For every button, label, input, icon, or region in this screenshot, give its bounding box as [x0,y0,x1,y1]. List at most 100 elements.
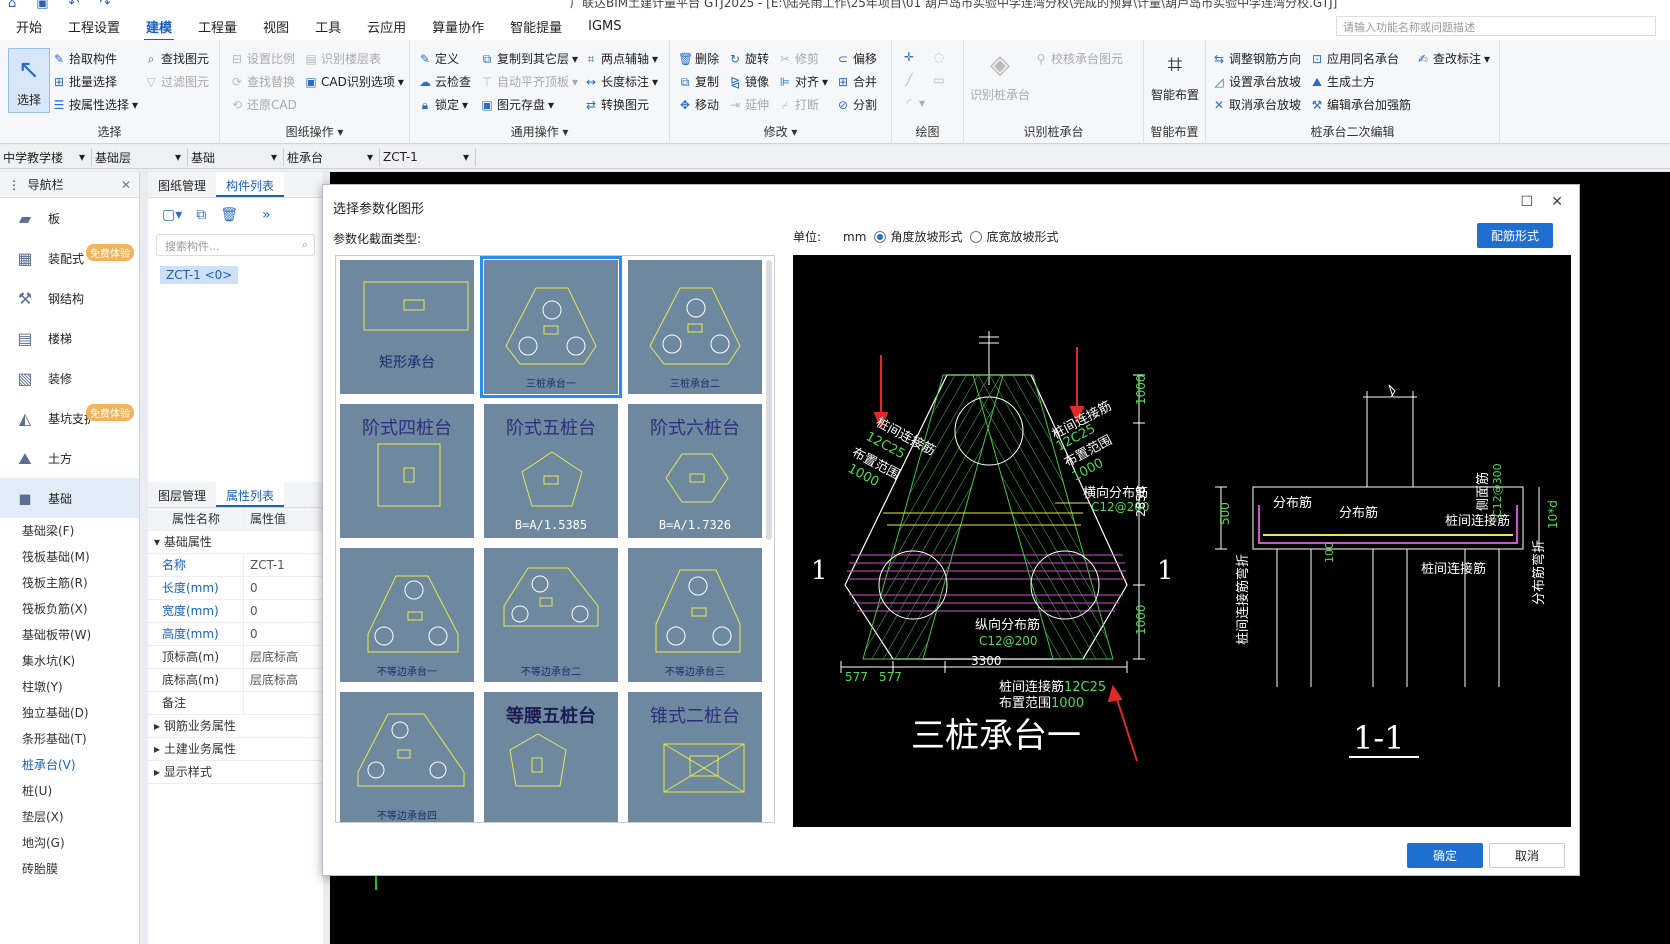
shape-thumb-0[interactable]: 矩形承台 [340,260,474,394]
close-icon[interactable]: ✕ [121,178,131,192]
line-draw-button[interactable]: ╱ [902,73,916,87]
offset-button[interactable]: ⊂ 偏移 [836,50,877,67]
edit-reinforce-button[interactable]: ⚒︎ 编辑承台加强筋 [1310,96,1411,113]
merge-button[interactable]: ⊞ 合并 [836,73,877,90]
set-slope-button[interactable]: ◿ 设置承台放坡 [1212,73,1301,90]
shape-thumb-2[interactable]: 三桩承台二 [628,260,762,394]
radio-width-slope[interactable]: 底宽放坡形式 [970,228,1058,245]
nav-subitem-6[interactable]: 柱墩(Y) [0,674,139,700]
lock-button[interactable]: 🔒︎ 锁定 ▾ [418,96,468,113]
trash-icon[interactable]: 🗑︎ [220,207,238,223]
cancel-slope-button[interactable]: ✕ 取消承台放坡 [1212,96,1301,113]
shape-thumb-6[interactable]: 不等边承台一 [340,548,474,682]
extend-button[interactable]: ⇥ 延伸 [728,96,769,113]
menu-igms[interactable]: IGMS [586,14,623,39]
floor-select[interactable]: 基础层 ▾ [92,148,188,166]
prop-row[interactable]: 长度(mm) 0 [148,577,323,600]
check-cap-button[interactable]: ⚲ 校核承台图元 [1034,50,1123,67]
nav-item-3[interactable]: ▤ 楼梯 [0,318,139,358]
identify-floor-table-button[interactable]: ▤ 识别楼层表 [304,50,381,67]
shape-thumb-10[interactable]: 等腰五桩台 [484,692,618,822]
restore-cad-button[interactable]: ⟲ 还原CAD [230,96,297,113]
nav-item-4[interactable]: ▧ 装修 [0,358,139,398]
shape-thumb-11[interactable]: 锥式二桩台 [628,692,762,822]
rotate-button[interactable]: ↻ 旋转 [728,50,769,67]
nav-item-7[interactable]: ◼ 基础 [0,478,139,518]
set-scale-button[interactable]: ⊟ 设置比例 [230,50,295,67]
category-select[interactable]: 基础 ▾ [188,148,284,166]
prop-group[interactable]: ▾ 基础属性 [148,531,323,554]
smart-layout-button[interactable]: ⌗ 智能布置 [1144,48,1206,103]
menu-smart-extract[interactable]: 智能提量 [508,12,564,41]
nav-subitem-10[interactable]: 桩(U) [0,778,139,804]
prop-row[interactable]: 底标高(m) 层底标高 [148,669,323,692]
redo-icon[interactable]: ↷ [99,0,110,11]
align-button[interactable]: ⊫ 对齐 ▾ [778,73,828,90]
nav-subitem-2[interactable]: 筏板主筋(R) [0,570,139,596]
app-icon[interactable]: ⌂ [8,0,16,11]
tab-layer-mgmt[interactable]: 图层管理 [148,482,216,507]
menu-collab[interactable]: 算量协作 [430,12,486,41]
shape-thumb-7[interactable]: 不等边承台二 [484,548,618,682]
trim-button[interactable]: ✂ 修剪 [778,50,819,67]
save-icon[interactable]: ▣ [36,0,48,11]
pick-component-button[interactable]: ✎ 拾取构件 [52,50,117,67]
cancel-button[interactable]: 取消 [1489,843,1565,868]
prop-group-collapsed[interactable]: ▸ 钢筋业务属性 [148,715,323,738]
prop-row[interactable]: 高度(mm) 0 [148,623,323,646]
point-draw-button[interactable]: ✛ [902,50,916,64]
menu-tools[interactable]: 工具 [313,12,343,41]
copy-button[interactable]: ⧉ 复制 [678,73,719,90]
gen-earth-button[interactable]: ⛰︎ 生成土方 [1310,73,1375,90]
identify-pile-cap-button[interactable]: ◈ 识别桩承台 [970,48,1030,103]
menu-project-settings[interactable]: 工程设置 [66,12,122,41]
close-icon[interactable]: ✕ [1551,194,1563,210]
break-button[interactable]: ⌿ 打断 [778,96,819,113]
menu-view[interactable]: 视图 [261,12,291,41]
modify-label[interactable]: 修改 ▾ [670,123,891,140]
shape-thumb-9[interactable]: 不等边承台四 [340,692,474,822]
rect-draw-button[interactable]: ▭ [932,73,946,87]
tab-component-list[interactable]: 构件列表 [216,172,285,197]
save-element-button[interactable]: ▣ 图元存盘 ▾ [480,96,554,113]
select-button[interactable]: ↖ 选择 [8,48,50,113]
ok-button[interactable]: 确定 [1407,843,1483,868]
prop-group-collapsed[interactable]: ▸ 土建业务属性 [148,738,323,761]
menu-modeling[interactable]: 建模 [144,12,175,41]
mirror-button[interactable]: ⧎ 镜像 [728,73,769,90]
maximize-icon[interactable]: ☐ [1520,194,1533,210]
nav-item-2[interactable]: ⚒ 钢结构 [0,278,139,318]
nav-subitem-1[interactable]: 筏板基础(M) [0,544,139,570]
element-select[interactable]: ZCT-1 ▾ [380,148,476,166]
prop-row[interactable]: 名称 ZCT-1 [148,554,323,577]
adjust-rebar-dir-button[interactable]: ⇆ 调整钢筋方向 [1212,50,1301,67]
nav-item-6[interactable]: ⛰ 土方 [0,438,139,478]
nav-subitem-13[interactable]: 砖胎膜 [0,856,139,882]
circle-draw-button[interactable]: ◌ [932,50,946,64]
tab-prop-list[interactable]: 属性列表 [216,482,285,507]
prop-row[interactable]: 宽度(mm) 0 [148,600,323,623]
two-point-axis-button[interactable]: ⌗ 两点辅轴 ▾ [584,50,658,67]
general-ops-label[interactable]: 通用操作 ▾ [410,123,669,140]
arc-draw-button[interactable]: ◜ ▾ [902,96,925,110]
prop-row[interactable]: 顶标高(m) 层底标高 [148,646,323,669]
menu-quantity[interactable]: 工程量 [196,12,239,41]
building-select[interactable]: 中学教学楼 ▾ [0,148,92,166]
find-element-button[interactable]: ⌕ 查找图元 [144,50,209,67]
prop-row[interactable]: 备注 [148,692,323,715]
cloud-check-button[interactable]: ☁ 云检查 [418,73,471,90]
cad-options-button[interactable]: ▣ CAD识别选项 ▾ [304,73,404,90]
drawing-ops-label[interactable]: 图纸操作 ▾ [220,123,409,140]
define-button[interactable]: ✎ 定义 [418,50,459,67]
nav-item-0[interactable]: ▰ 板 [0,198,139,238]
copy-to-floor-button[interactable]: ⧉ 复制到其它层 ▾ [480,50,578,67]
nav-subitem-0[interactable]: 基础梁(F) [0,518,139,544]
more-icon[interactable]: » [262,207,271,223]
prop-group-collapsed[interactable]: ▸ 显示样式 [148,761,323,784]
component-item[interactable]: ZCT-1 <0> [160,266,239,284]
menu-start[interactable]: 开始 [14,12,44,41]
convert-element-button[interactable]: ⇄ 转换图元 [584,96,649,113]
shape-thumb-3[interactable]: 阶式四桩台 [340,404,474,538]
apply-same-cap-button[interactable]: ⊡ 应用同名承台 [1310,50,1399,67]
menu-cloud[interactable]: 云应用 [365,12,408,41]
